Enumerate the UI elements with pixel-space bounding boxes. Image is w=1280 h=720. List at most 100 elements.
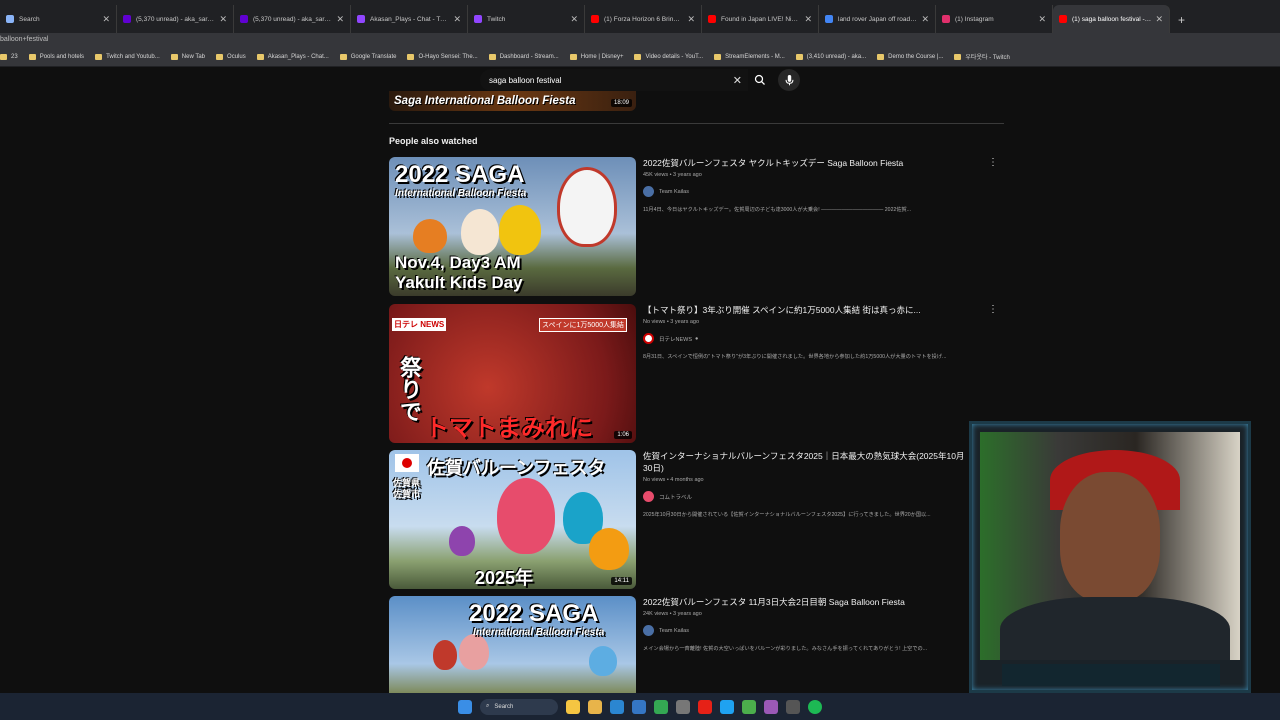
video-thumbnail[interactable]: 佐賀バルーンフェスタ 佐賀県 佐賀市 2025年 14:11 [389, 450, 636, 589]
close-tab-icon[interactable]: ✕ [570, 14, 578, 25]
video-row[interactable]: 2022 SAGA International Balloon Fiesta 2… [389, 596, 1004, 693]
bookmark-item[interactable]: Pools and hotels [28, 53, 84, 60]
bookmark-icon [95, 53, 103, 60]
chrome-icon[interactable] [654, 699, 668, 714]
bookmark-item[interactable]: (3,410 unread) - aka... [795, 53, 866, 60]
bookmark-item[interactable]: Home | Disney+ [569, 53, 623, 60]
bookmarks-bar: 23 Pools and hotels Twitch and Youtub... Ne… [0, 47, 1280, 67]
video-thumbnail[interactable]: 日テレ NEWS スペインに1万5000人集結 祭りで トマトまみれに 1:06 [389, 304, 636, 443]
video-meta: 24K views • 3 years ago [643, 611, 702, 617]
bookmark-item[interactable]: Demo the Course |... [877, 53, 943, 60]
more-actions-icon[interactable]: ⋮ [988, 304, 998, 315]
balloon-image [449, 526, 475, 556]
bookmark-item[interactable]: Google Translate [339, 53, 396, 60]
browser-tab[interactable]: (1) Forza Horizon 6 Brings Back ✕ [585, 5, 702, 33]
video-title[interactable]: 2022佐賀バルーンフェスタ ヤクルトキッズデー Saga Balloon Fi… [643, 157, 973, 169]
browser-tab-strip: Search✕(5,370 unread) - aka_saru@yah✕(5,… [0, 0, 1280, 33]
close-tab-icon[interactable]: ✕ [219, 14, 227, 25]
channel-link[interactable]: コムトラベル [643, 491, 973, 502]
search-query: saga balloon festival [489, 75, 562, 85]
video-meta: 45K views • 3 years ago [643, 172, 702, 178]
browser-tab[interactable]: (5,370 unread) - aka_saru@yah ✕ [234, 5, 351, 33]
bookmark-item[interactable]: StreamElements - M... [714, 53, 785, 60]
bookmark-label: StreamElements - M... [725, 53, 785, 60]
more-actions-icon[interactable]: ⋮ [988, 157, 998, 168]
task-view-icon[interactable] [566, 699, 580, 714]
channel-link[interactable]: Team Kailas [643, 625, 973, 636]
file-explorer-icon[interactable] [588, 699, 602, 714]
close-tab-icon[interactable]: ✕ [1155, 14, 1163, 25]
duration-badge: 1:06 [614, 431, 632, 439]
thumbnail-text: 2025年 [475, 568, 534, 588]
close-tab-icon[interactable]: ✕ [687, 14, 695, 25]
bookmark-item[interactable]: 우타웃타 - Twitch [954, 52, 1010, 61]
search-icon [754, 74, 765, 85]
bookmark-icon [28, 53, 36, 60]
mail-icon[interactable] [632, 699, 646, 714]
bookmark-item[interactable]: New Tab [170, 53, 206, 60]
thumbnail-title: Saga International Balloon Fiesta [394, 95, 576, 107]
browser-tab[interactable]: Search ✕ [0, 5, 117, 33]
store-icon[interactable] [676, 699, 690, 714]
video-thumbnail-previous[interactable]: Saga International Balloon Fiesta 18:09 [389, 91, 636, 111]
video-row[interactable]: 日テレ NEWS スペインに1万5000人集結 祭りで トマトまみれに 1:06… [389, 304, 1004, 443]
channel-name: コムトラベル [659, 494, 693, 501]
search-icon: ⌕ [486, 703, 490, 709]
close-tab-icon[interactable]: ✕ [336, 14, 344, 25]
video-thumbnail[interactable]: 2022 SAGA International Balloon Fiesta N… [389, 157, 636, 296]
new-tab-button[interactable]: + [1170, 13, 1193, 33]
edge-icon[interactable] [610, 699, 624, 714]
browser-tab[interactable]: Akasan_Plays - Chat - Twitch ✕ [351, 5, 468, 33]
app-icon[interactable] [720, 699, 734, 714]
video-thumbnail[interactable]: 2022 SAGA International Balloon Fiesta [389, 596, 636, 693]
taskbar-search[interactable]: ⌕ Search [480, 698, 558, 715]
close-tab-icon[interactable]: ✕ [102, 14, 110, 25]
browser-tab[interactable]: Twitch ✕ [468, 5, 585, 33]
bookmark-item[interactable]: 23 [0, 53, 18, 60]
tab-label: Twitch [487, 15, 506, 23]
settings-icon[interactable] [786, 699, 800, 714]
browser-tab[interactable]: (5,370 unread) - aka_saru@yah ✕ [117, 5, 234, 33]
voice-search-button[interactable] [778, 69, 800, 91]
search-input[interactable]: saga balloon festival ✕ [480, 69, 748, 91]
browser-tab[interactable]: (1) Instagram ✕ [936, 5, 1053, 33]
xbox-icon[interactable] [742, 699, 756, 714]
bookmark-item[interactable]: O-Hayo Sensei: The... [407, 53, 478, 60]
channel-link[interactable]: Team Kailas [643, 186, 973, 197]
bookmark-item[interactable]: Dashboard - Stream... [488, 53, 559, 60]
bookmark-item[interactable]: Twitch and Youtub... [95, 53, 160, 60]
search-button[interactable] [748, 69, 772, 91]
verified-icon: ● [695, 335, 699, 342]
video-row[interactable]: 2022 SAGA International Balloon Fiesta N… [389, 157, 1004, 296]
clear-search-icon[interactable]: ✕ [733, 74, 742, 87]
close-tab-icon[interactable]: ✕ [1038, 14, 1046, 25]
bookmark-icon [795, 53, 803, 60]
tab-favicon [591, 15, 599, 23]
video-title[interactable]: 2022佐賀バルーンフェスタ 11月3日大会2日目朝 Saga Balloon … [643, 596, 973, 608]
bookmark-item[interactable]: Video details - YouT... [634, 53, 703, 60]
app-icon[interactable] [764, 699, 778, 714]
bookmark-icon [569, 53, 577, 60]
address-bar[interactable]: balloon+festival [0, 33, 1280, 47]
tab-favicon [474, 15, 482, 23]
bookmark-item[interactable]: Akasan_Plays - Chat... [256, 53, 329, 60]
video-row[interactable]: 佐賀バルーンフェスタ 佐賀県 佐賀市 2025年 14:11 佐賀インターナショ… [389, 450, 1004, 589]
spotify-icon[interactable] [808, 699, 822, 714]
close-tab-icon[interactable]: ✕ [921, 14, 929, 25]
youtube-icon[interactable] [698, 699, 712, 714]
browser-tab[interactable]: land rover Japan off road - Go ✕ [819, 5, 936, 33]
bookmark-label: 우타웃타 - Twitch [965, 55, 1010, 61]
balloon-image [433, 640, 457, 670]
video-title[interactable]: 佐賀インターナショナルバルーンフェスタ2025｜日本最大の熱気球大会(2025年… [643, 450, 973, 474]
channel-link[interactable]: 日テレNEWS ● [643, 333, 973, 344]
browser-tab[interactable]: Found in Japan LIVE! Night Dri✕ [702, 5, 819, 33]
bookmark-label: New Tab [181, 53, 206, 60]
browser-tab[interactable]: (1) saga balloon festival - Yo ✕ [1053, 5, 1170, 33]
windows-start-icon[interactable] [458, 699, 472, 714]
close-tab-icon[interactable]: ✕ [453, 14, 461, 25]
video-title[interactable]: 【トマト祭り】3年ぶり開催 スペインに約1万5000人集結 街は真っ赤に... [643, 304, 973, 316]
close-tab-icon[interactable]: ✕ [804, 14, 812, 25]
bookmark-item[interactable]: Oculus [216, 53, 246, 60]
channel-name: Team Kailas [659, 627, 689, 634]
balloon-image [589, 528, 629, 570]
